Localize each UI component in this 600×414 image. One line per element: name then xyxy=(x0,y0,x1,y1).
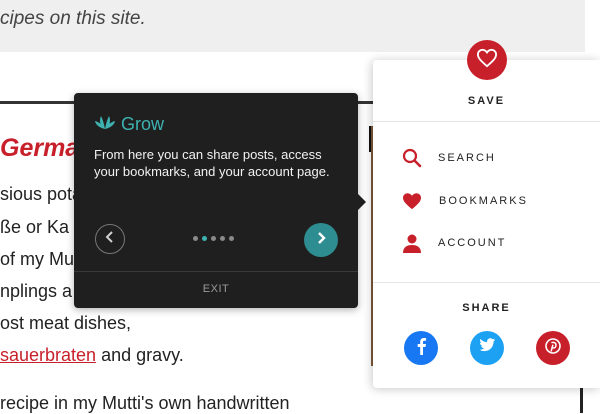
article-heading: Germa xyxy=(0,134,80,162)
facebook-share-button[interactable] xyxy=(404,331,438,365)
divider xyxy=(580,388,583,413)
tooltip-divider xyxy=(74,271,358,272)
pinterest-icon xyxy=(545,337,561,359)
step-dot-active xyxy=(202,236,207,241)
article-line: sauerbraten and gravy. xyxy=(0,345,184,366)
pinterest-share-button[interactable] xyxy=(536,331,570,365)
panel-divider xyxy=(373,282,600,283)
menu-item-account[interactable]: ACCOUNT xyxy=(401,232,506,254)
menu-label: ACCOUNT xyxy=(438,237,507,249)
previous-button[interactable] xyxy=(95,224,125,254)
onboarding-tooltip: Grow From here you can share posts, acce… xyxy=(74,93,358,308)
menu-item-bookmarks[interactable]: BOOKMARKS xyxy=(401,190,528,212)
twitter-icon xyxy=(478,338,496,358)
menu-label: BOOKMARKS xyxy=(439,195,528,207)
sauerbraten-link[interactable]: sauerbraten xyxy=(0,345,96,365)
exit-button[interactable]: EXIT xyxy=(74,283,358,295)
banner-text: cipes on this site. xyxy=(0,8,146,29)
article-line: ße or Ka xyxy=(0,217,70,237)
article-line: of my Mu xyxy=(0,249,75,269)
search-icon xyxy=(401,147,423,169)
chevron-right-icon xyxy=(316,231,326,249)
heart-icon xyxy=(401,190,423,212)
menu-item-search[interactable]: SEARCH xyxy=(401,147,496,169)
menu-label: SEARCH xyxy=(438,152,496,164)
article-line: nplings a xyxy=(0,281,73,301)
article-line: sious pota xyxy=(0,184,83,204)
heart-outline-icon xyxy=(476,48,498,73)
facebook-icon xyxy=(414,337,428,360)
article-line-text: and gravy. xyxy=(96,345,184,365)
tooltip-body: From here you can share posts, access yo… xyxy=(94,147,330,179)
user-icon xyxy=(401,232,423,254)
grow-brand: Grow xyxy=(94,114,164,135)
next-button[interactable] xyxy=(304,223,338,257)
save-button[interactable] xyxy=(467,40,507,80)
tooltip-pointer xyxy=(358,194,366,210)
step-dot xyxy=(220,236,225,241)
share-label: SHARE xyxy=(462,302,511,314)
chevron-left-icon xyxy=(105,230,115,248)
panel-divider xyxy=(373,121,600,122)
step-dot xyxy=(193,236,198,241)
grow-brand-label: Grow xyxy=(121,114,165,134)
grow-logo-icon xyxy=(94,114,116,135)
article-line: recipe in my Mutti's own handwritten xyxy=(0,393,290,413)
step-indicator xyxy=(193,236,234,241)
step-dot xyxy=(211,236,216,241)
article-line: ost meat dishes, xyxy=(0,313,132,333)
save-label: SAVE xyxy=(467,95,506,107)
twitter-share-button[interactable] xyxy=(470,331,504,365)
step-dot xyxy=(229,236,234,241)
